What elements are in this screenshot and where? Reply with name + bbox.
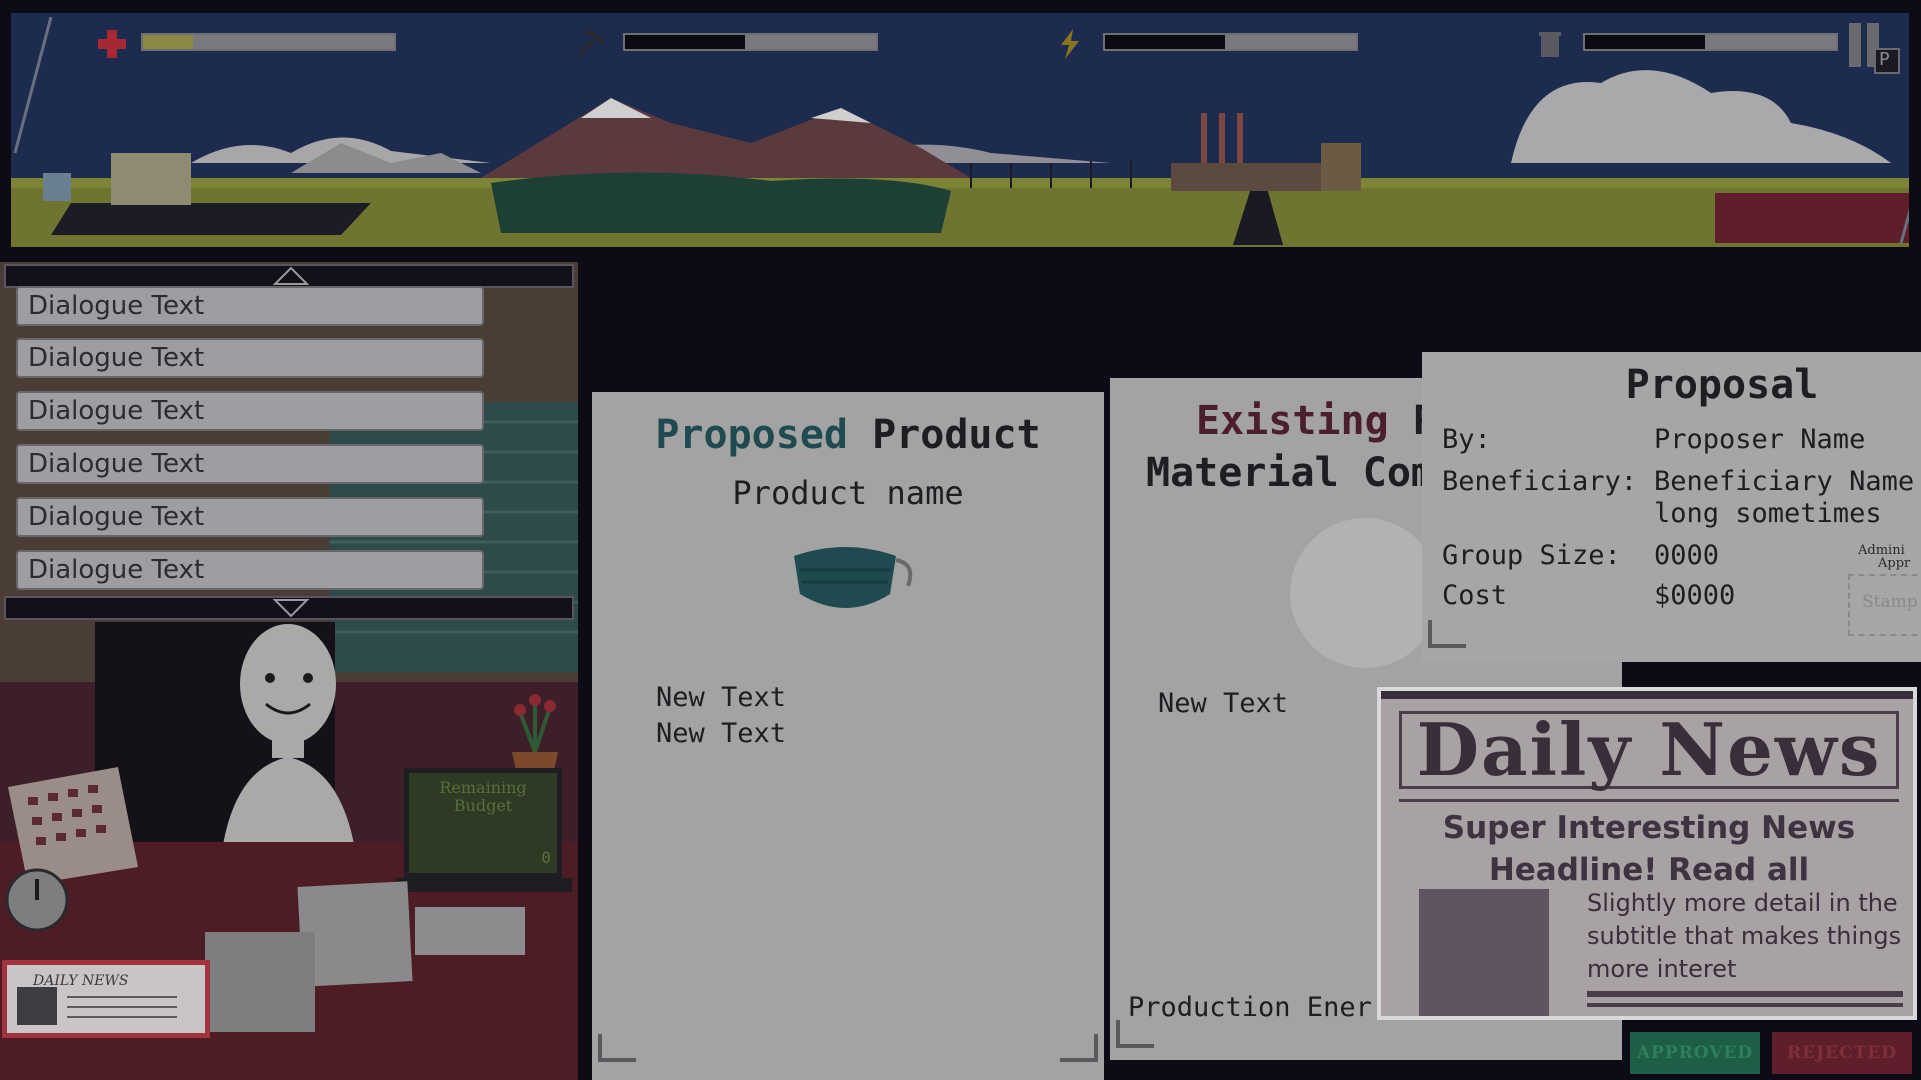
production-energy-label: Production Ener xyxy=(1128,992,1372,1023)
by-label: By: xyxy=(1442,424,1491,455)
existing-line-1: New Text xyxy=(1158,688,1289,719)
news-top-rule xyxy=(1381,691,1913,699)
dialogue-scroll-up-button[interactable] xyxy=(4,264,574,288)
rejected-stamp-button[interactable]: REJECTED xyxy=(1772,1032,1912,1074)
proposed-title-word1: Proposed xyxy=(655,412,848,458)
news-headline-line2: Headline! Read all xyxy=(1488,852,1810,888)
dialogue-option[interactable]: Dialogue Text xyxy=(16,391,484,431)
beneficiary-label: Beneficiary: xyxy=(1442,466,1638,497)
dialogue-option[interactable]: Dialogue Text xyxy=(16,550,484,590)
clock-icon xyxy=(5,868,69,932)
remaining-budget-label: Remaining Budget xyxy=(439,778,527,815)
corner-fold-icon xyxy=(1428,620,1466,648)
news-detail: Slightly more detail in the subtitle tha… xyxy=(1587,887,1907,986)
newspaper-item[interactable]: DAILY NEWS xyxy=(2,960,210,1038)
desk-panel: Dialogue Text Dialogue Text Dialogue Tex… xyxy=(0,262,578,1080)
news-divider xyxy=(1399,799,1899,802)
pause-button[interactable]: P xyxy=(1845,19,1901,75)
cost-label: Cost xyxy=(1442,580,1508,611)
trash-can-icon xyxy=(1539,32,1561,57)
chevron-down-icon xyxy=(272,599,310,618)
proposal-card[interactable]: Proposal By: Proposer Name Beneficiary: … xyxy=(1422,352,1921,662)
health-cross-icon xyxy=(98,30,126,58)
energy-bar-fill xyxy=(1225,35,1356,49)
cost-value: $0000 xyxy=(1654,580,1736,611)
beneficiary-name-line2: long sometimes xyxy=(1654,498,1882,529)
proposed-product-title: Proposed Product xyxy=(592,412,1104,458)
health-bar-empty xyxy=(193,35,394,49)
existing-title-word1: Existing xyxy=(1196,398,1389,444)
proposer-name: Proposer Name xyxy=(1654,424,1866,455)
group-size-value: 0000 xyxy=(1654,540,1720,571)
news-headline: Super Interesting News Headline! Read al… xyxy=(1399,807,1899,891)
news-detail-line2: subtitle that makes things xyxy=(1587,922,1902,950)
waste-bar-fill xyxy=(1705,35,1836,49)
beneficiary-name: Beneficiary Name xyxy=(1654,466,1915,497)
energy-bar xyxy=(1103,33,1358,51)
proposed-line-2: New Text xyxy=(656,718,787,749)
health-bar-fill xyxy=(143,35,194,49)
landscape-hud: P xyxy=(8,10,1912,250)
news-text-rule xyxy=(1587,991,1903,997)
face-mask-icon xyxy=(794,547,913,608)
proposed-product-document[interactable]: Proposed Product Product name New Text N… xyxy=(592,392,1104,1080)
news-detail-line3: more interet xyxy=(1587,955,1737,983)
admin-approval-label: Admini Appr xyxy=(1858,544,1910,570)
news-text-rule xyxy=(1587,1003,1903,1007)
waste-bar xyxy=(1583,33,1838,51)
paper-stack[interactable] xyxy=(205,932,315,1032)
proposed-title-word2: Product xyxy=(872,412,1041,458)
health-bar xyxy=(141,33,396,51)
dialogue-option[interactable]: Dialogue Text xyxy=(16,286,484,326)
corner-fold-icon xyxy=(1116,1020,1154,1048)
product-name: Product name xyxy=(732,474,964,512)
resources-bar-fill xyxy=(745,35,876,49)
dialogue-option[interactable]: Dialogue Text xyxy=(16,338,484,378)
dialogue-option[interactable]: Dialogue Text xyxy=(16,444,484,484)
dialogue-option[interactable]: Dialogue Text xyxy=(16,497,484,537)
laptop-keyboard xyxy=(396,878,572,892)
proposed-line-1: New Text xyxy=(656,682,787,713)
news-photo xyxy=(1419,889,1549,1016)
energy-bolt-icon xyxy=(1061,29,1079,59)
product-image-placeholder xyxy=(1290,518,1440,668)
admin-approval-line2: Appr xyxy=(1878,556,1911,571)
pickaxe-icon xyxy=(577,30,605,57)
potted-plant xyxy=(512,694,558,780)
group-size-label: Group Size: xyxy=(1442,540,1621,571)
dialogue-scroll-down-button[interactable] xyxy=(4,596,574,620)
approved-stamp-button[interactable]: APPROVED xyxy=(1630,1032,1760,1074)
corner-fold-icon xyxy=(598,1034,636,1062)
remaining-budget-value: 0 xyxy=(541,848,551,867)
material-composition-title: Material Com xyxy=(1146,450,1435,496)
proposal-title: Proposal xyxy=(1625,362,1819,408)
news-headline-line1: Super Interesting News xyxy=(1442,810,1856,846)
daily-news-newspaper[interactable]: Daily News Super Interesting News Headli… xyxy=(1377,687,1917,1020)
newspaper-roll-icon xyxy=(17,987,177,1025)
news-detail-line1: Slightly more detail in the xyxy=(1587,889,1898,917)
paper-slip[interactable] xyxy=(415,907,525,955)
corner-fold-icon xyxy=(1060,1034,1098,1062)
stamp-area[interactable]: Stamp xyxy=(1848,574,1921,636)
laptop-screen[interactable]: Remaining Budget 0 xyxy=(404,768,562,878)
news-masthead: Daily News xyxy=(1399,711,1899,789)
pause-hotkey-label: P xyxy=(1879,49,1890,70)
pause-icon xyxy=(1849,23,1900,74)
resources-bar xyxy=(623,33,878,51)
chevron-up-icon xyxy=(272,266,310,285)
